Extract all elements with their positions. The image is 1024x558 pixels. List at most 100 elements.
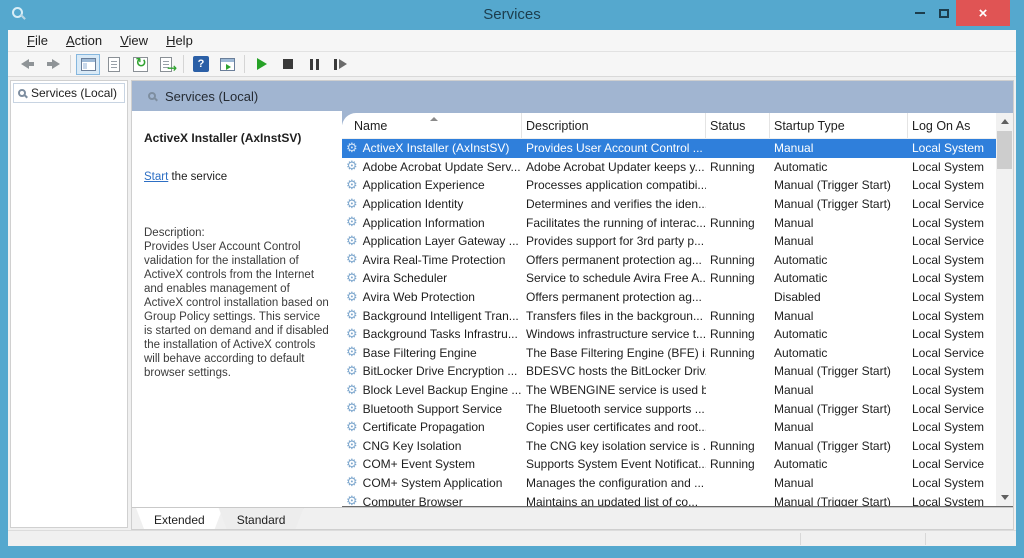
service-name-cell: ⚙Application Information: [342, 213, 522, 232]
service-name-cell: ⚙Avira Scheduler: [342, 269, 522, 288]
list-header-row: NameDescriptionStatusStartup TypeLog On …: [342, 113, 996, 139]
service-gear-icon: ⚙: [346, 476, 358, 489]
service-description-cell: Maintains an updated list of co...: [522, 492, 706, 506]
properties-doc-icon: [108, 57, 120, 72]
table-row[interactable]: ⚙Avira Scheduler Service to schedule Avi…: [342, 269, 996, 288]
table-row[interactable]: ⚙Certificate Propagation Copies user cer…: [342, 418, 996, 437]
help-button[interactable]: ?: [189, 54, 213, 75]
table-row[interactable]: ⚙CNG Key Isolation The CNG key isolation…: [342, 437, 996, 456]
action-pane-icon: [220, 58, 235, 71]
table-row[interactable]: ⚙COM+ System Application Manages the con…: [342, 474, 996, 493]
service-gear-icon: ⚙: [346, 272, 358, 285]
service-name-cell: ⚙Application Layer Gateway ...: [342, 232, 522, 251]
back-button[interactable]: [15, 54, 39, 75]
tree-item-services-local[interactable]: Services (Local): [13, 83, 125, 103]
table-row[interactable]: ⚙BitLocker Drive Encryption ... BDESVC h…: [342, 362, 996, 381]
table-row[interactable]: ⚙Avira Real-Time Protection Offers perma…: [342, 251, 996, 270]
table-row[interactable]: ⚙Application Information Facilitates the…: [342, 213, 996, 232]
forward-button[interactable]: [41, 54, 65, 75]
banner-title: Services (Local): [165, 89, 258, 104]
table-row[interactable]: ⚙Avira Web Protection Offers permanent p…: [342, 288, 996, 307]
refresh-icon: ↻: [133, 57, 148, 72]
service-name-cell: ⚙Background Tasks Infrastru...: [342, 325, 522, 344]
table-row[interactable]: ⚙Background Tasks Infrastru... Windows i…: [342, 325, 996, 344]
table-row[interactable]: ⚙Computer Browser Maintains an updated l…: [342, 492, 996, 506]
stop-service-button[interactable]: [276, 54, 300, 75]
service-logon-cell: Local Service: [908, 455, 996, 474]
console-tree-panel: Services (Local): [10, 80, 128, 528]
scroll-down-icon: [1001, 495, 1009, 500]
view-tab[interactable]: Standard: [219, 508, 304, 529]
service-logon-cell: Local System: [908, 158, 996, 177]
service-startup-cell: Manual: [770, 418, 908, 437]
close-button[interactable]: ×: [956, 0, 1010, 26]
start-service-button[interactable]: [250, 54, 274, 75]
service-name-cell: ⚙Adobe Acrobat Update Serv...: [342, 158, 522, 177]
service-startup-cell: Disabled: [770, 288, 908, 307]
column-header[interactable]: Status: [706, 113, 770, 138]
table-row[interactable]: ⚙Adobe Acrobat Update Serv... Adobe Acro…: [342, 158, 996, 177]
services-banner: Services (Local): [132, 81, 1013, 111]
start-service-icon: [257, 58, 267, 70]
column-header[interactable]: Startup Type: [770, 113, 908, 138]
table-row[interactable]: ⚙Application Experience Processes applic…: [342, 176, 996, 195]
service-status-cell: [706, 176, 770, 195]
service-description-cell: Supports System Event Notificat...: [522, 455, 706, 474]
table-row[interactable]: ⚙Block Level Backup Engine ... The WBENG…: [342, 381, 996, 400]
export-doc-icon: →: [160, 57, 172, 72]
service-startup-cell: Manual (Trigger Start): [770, 492, 908, 506]
service-gear-icon: ⚙: [346, 402, 358, 415]
show-console-tree-button[interactable]: [76, 54, 100, 75]
view-tab[interactable]: Extended: [136, 508, 223, 529]
restart-service-button[interactable]: [328, 54, 352, 75]
column-header[interactable]: Log On As: [908, 113, 996, 138]
restart-service-icon: [334, 59, 347, 70]
refresh-glyph: ↻: [136, 56, 147, 71]
start-service-link[interactable]: Start: [144, 171, 168, 183]
vertical-scrollbar[interactable]: [996, 113, 1013, 506]
toolbar-separator: [183, 55, 184, 73]
table-row[interactable]: ⚙Bluetooth Support Service The Bluetooth…: [342, 399, 996, 418]
service-logon-cell: Local Service: [908, 399, 996, 418]
table-row[interactable]: ⚙Background Intelligent Tran... Transfer…: [342, 306, 996, 325]
pause-service-button[interactable]: [302, 54, 326, 75]
service-name-cell: ⚙COM+ System Application: [342, 474, 522, 493]
toolbar: ↻ → ?: [8, 52, 1016, 77]
show-action-pane-button[interactable]: [215, 54, 239, 75]
menu-item[interactable]: File: [18, 31, 57, 50]
service-gear-icon: ⚙: [346, 235, 358, 248]
table-row[interactable]: ⚙Application Layer Gateway ... Provides …: [342, 232, 996, 251]
maximize-button[interactable]: [932, 0, 956, 26]
table-row[interactable]: ⚙ActiveX Installer (AxInstSV) Provides U…: [342, 139, 996, 158]
table-row[interactable]: ⚙Application Identity Determines and ver…: [342, 195, 996, 214]
refresh-button[interactable]: ↻: [128, 54, 152, 75]
minimize-button[interactable]: [908, 0, 932, 26]
service-startup-cell: Manual: [770, 139, 908, 158]
content-area: Services (Local) Services (Local) Active…: [8, 77, 1016, 546]
table-row[interactable]: ⚙Base Filtering Engine The Base Filterin…: [342, 344, 996, 363]
help-icon: ?: [193, 56, 209, 72]
service-name-cell: ⚙Certificate Propagation: [342, 418, 522, 437]
export-list-button[interactable]: →: [154, 54, 178, 75]
menu-item[interactable]: View: [111, 31, 157, 50]
service-startup-cell: Automatic: [770, 158, 908, 177]
column-header[interactable]: Description: [522, 113, 706, 138]
menu-item[interactable]: Help: [157, 31, 202, 50]
service-status-cell: [706, 492, 770, 506]
scroll-down-button[interactable]: [996, 489, 1013, 506]
table-row[interactable]: ⚙COM+ Event System Supports System Event…: [342, 455, 996, 474]
service-startup-cell: Manual (Trigger Start): [770, 362, 908, 381]
scrollbar-thumb[interactable]: [997, 131, 1012, 169]
menu-item[interactable]: Action: [57, 31, 111, 50]
service-startup-cell: Manual (Trigger Start): [770, 195, 908, 214]
service-description-cell: Provides User Account Control ...: [522, 139, 706, 158]
status-separator: [800, 533, 801, 545]
properties-button[interactable]: [102, 54, 126, 75]
scroll-up-button[interactable]: [996, 113, 1013, 130]
service-logon-cell: Local System: [908, 176, 996, 195]
service-status-cell: [706, 232, 770, 251]
service-gear-icon: ⚙: [346, 160, 358, 173]
service-gear-icon: ⚙: [346, 439, 358, 452]
service-description-cell: Transfers files in the backgroun...: [522, 306, 706, 325]
service-name-cell: ⚙ActiveX Installer (AxInstSV): [342, 139, 522, 158]
